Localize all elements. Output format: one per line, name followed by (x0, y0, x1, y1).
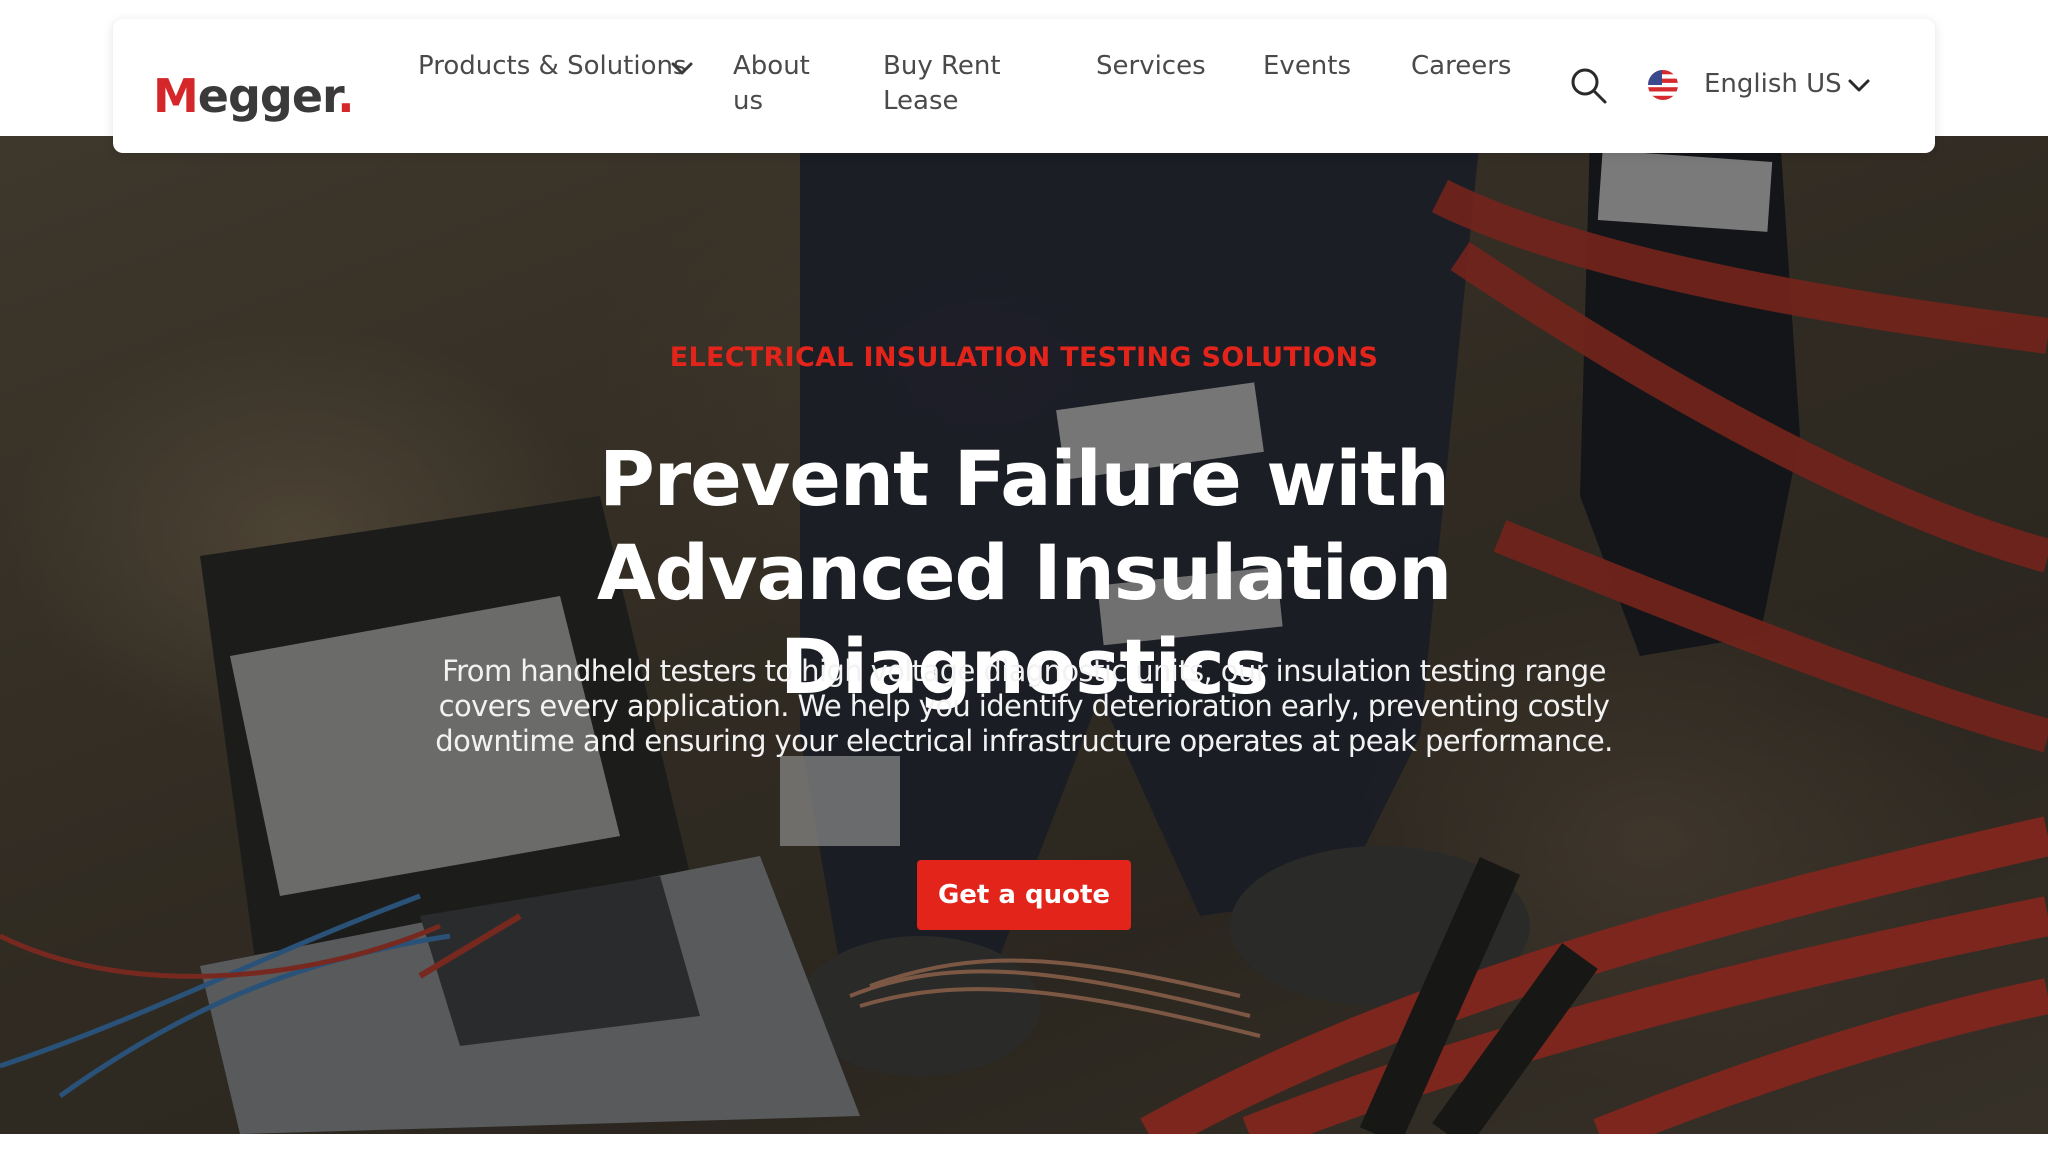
nav-products-solutions[interactable]: Products & Solutions (418, 49, 687, 84)
get-a-quote-button[interactable]: Get a quote (917, 860, 1131, 930)
nav-events[interactable]: Events (1263, 49, 1351, 84)
nav-about-us[interactable]: About us (733, 49, 810, 119)
logo-dot: . (337, 69, 355, 123)
nav-about-us-line1: About (733, 51, 810, 81)
page: ELECTRICAL INSULATION TESTING SOLUTIONS … (0, 0, 2048, 1152)
hero-description: From handheld testers to high voltage di… (435, 654, 1613, 758)
nav-services-label: Services (1096, 51, 1206, 81)
nav-careers-label: Careers (1411, 51, 1512, 81)
search-icon[interactable] (1569, 66, 1609, 106)
site-header: Megger. Products & Solutions About us Bu… (113, 19, 1935, 153)
nav-buy-rent-lease-line1: Buy Rent (883, 51, 1001, 81)
nav-buy-rent-lease[interactable]: Buy Rent Lease (883, 49, 1001, 119)
nav-services[interactable]: Services (1096, 49, 1206, 84)
hero-eyebrow: ELECTRICAL INSULATION TESTING SOLUTIONS (669, 342, 1379, 373)
chevron-down-icon[interactable] (669, 59, 695, 79)
megger-logo[interactable]: Megger. (153, 69, 355, 123)
logo-initial: M (153, 69, 199, 123)
language-selector[interactable]: English US (1704, 67, 1842, 102)
nav-events-label: Events (1263, 51, 1352, 81)
nav-buy-rent-lease-line2: Lease (883, 86, 959, 116)
language-label: English US (1704, 69, 1842, 99)
nav-about-us-line2: us (733, 86, 764, 116)
chevron-down-icon[interactable] (1846, 76, 1872, 96)
logo-text: egger (197, 69, 338, 123)
hero-section: ELECTRICAL INSULATION TESTING SOLUTIONS … (0, 136, 2048, 1134)
hero-content: ELECTRICAL INSULATION TESTING SOLUTIONS … (0, 136, 2048, 1134)
nav-products-solutions-label: Products & Solutions (418, 51, 687, 81)
nav-careers[interactable]: Careers (1411, 49, 1511, 84)
us-flag-icon[interactable] (1648, 70, 1678, 100)
